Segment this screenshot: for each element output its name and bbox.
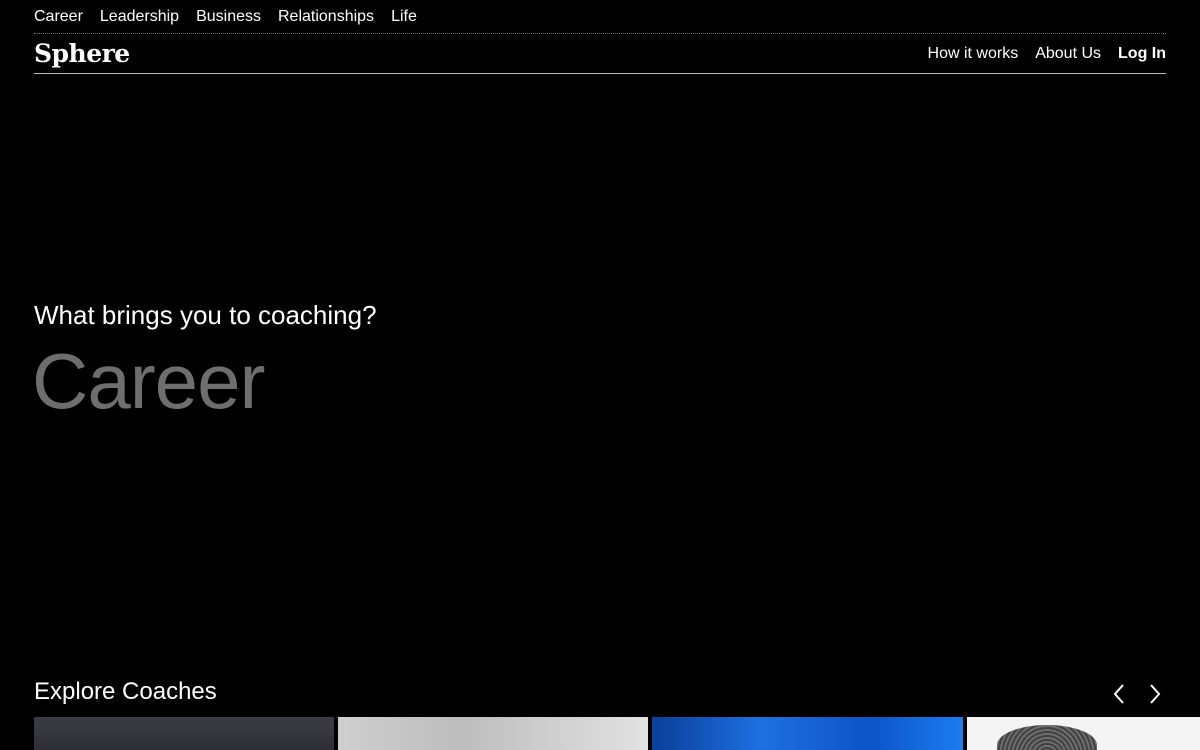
category-link-life[interactable]: Life bbox=[391, 0, 417, 33]
log-in-link[interactable]: Log In bbox=[1118, 45, 1166, 63]
page: Career Leadership Business Relationships… bbox=[0, 0, 1200, 750]
chevron-right-icon bbox=[1150, 684, 1161, 704]
coach-carousel bbox=[34, 717, 1200, 750]
category-link-leadership[interactable]: Leadership bbox=[100, 0, 179, 33]
coach-card[interactable] bbox=[34, 717, 334, 750]
hero-question: What brings you to coaching? bbox=[34, 300, 377, 330]
about-us-link[interactable]: About Us bbox=[1035, 45, 1101, 63]
carousel-prev-button[interactable] bbox=[1108, 680, 1130, 708]
coach-card[interactable] bbox=[338, 717, 648, 750]
main-header: Sphere How it works About Us Log In bbox=[34, 34, 1166, 74]
carousel-next-button[interactable] bbox=[1144, 680, 1166, 708]
how-it-works-link[interactable]: How it works bbox=[928, 45, 1019, 63]
coach-card[interactable] bbox=[967, 717, 1200, 750]
category-link-career[interactable]: Career bbox=[34, 0, 83, 33]
carousel-controls bbox=[1108, 680, 1166, 708]
logo[interactable]: Sphere bbox=[34, 39, 130, 68]
coach-photo bbox=[997, 725, 1097, 750]
explore-coaches-title: Explore Coaches bbox=[34, 678, 217, 705]
header-nav: How it works About Us Log In bbox=[911, 45, 1166, 63]
category-link-relationships[interactable]: Relationships bbox=[278, 0, 374, 33]
coach-card[interactable] bbox=[652, 717, 963, 750]
category-nav: Career Leadership Business Relationships… bbox=[34, 0, 1166, 34]
hero-rotating-word: Career bbox=[32, 337, 265, 425]
chevron-left-icon bbox=[1113, 684, 1124, 704]
category-link-business[interactable]: Business bbox=[196, 0, 261, 33]
